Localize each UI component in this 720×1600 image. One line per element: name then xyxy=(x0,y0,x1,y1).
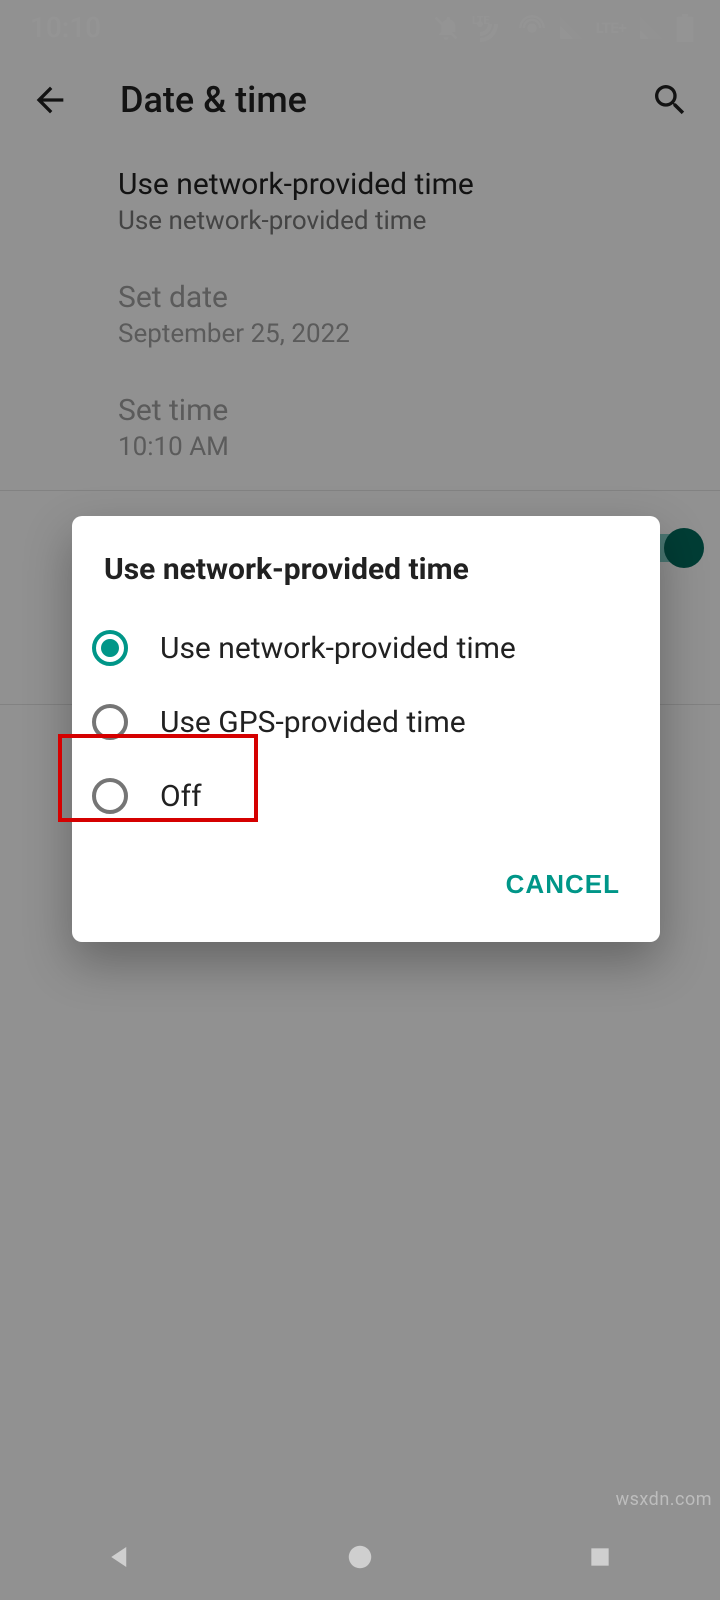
option-gps-time[interactable]: Use GPS-provided time xyxy=(72,685,660,759)
square-recent-icon xyxy=(587,1544,613,1570)
radio-unselected-icon xyxy=(88,700,132,744)
option-off[interactable]: Off xyxy=(72,759,660,833)
option-label: Use GPS-provided time xyxy=(160,705,466,740)
radio-selected-icon xyxy=(88,626,132,670)
time-source-dialog: Use network-provided time Use network-pr… xyxy=(72,516,660,942)
nav-recent-button[interactable] xyxy=(540,1544,660,1570)
circle-home-icon xyxy=(345,1542,375,1572)
dialog-title: Use network-provided time xyxy=(72,516,660,605)
nav-back-button[interactable] xyxy=(60,1542,180,1572)
cancel-button[interactable]: CANCEL xyxy=(498,859,628,910)
triangle-back-icon xyxy=(105,1542,135,1572)
radio-unselected-icon xyxy=(88,774,132,818)
watermark: wsxdn.com xyxy=(616,1489,712,1510)
navigation-bar xyxy=(0,1514,720,1600)
option-label: Off xyxy=(160,779,202,814)
option-network-time[interactable]: Use network-provided time xyxy=(72,611,660,685)
nav-home-button[interactable] xyxy=(300,1542,420,1572)
dialog-options: Use network-provided time Use GPS-provid… xyxy=(72,605,660,839)
option-label: Use network-provided time xyxy=(160,631,516,666)
dialog-actions: CANCEL xyxy=(72,839,660,934)
